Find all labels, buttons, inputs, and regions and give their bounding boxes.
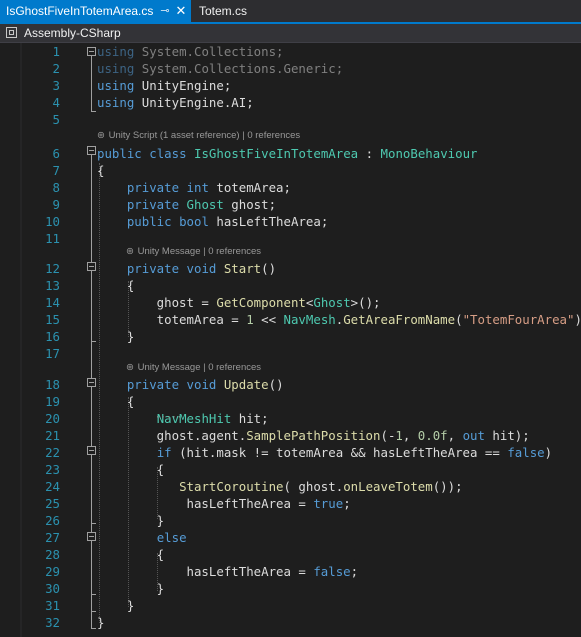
line-number: 28 [45, 547, 60, 562]
selection-margin [20, 43, 22, 637]
code-text: { [97, 462, 165, 477]
collapse-icon[interactable] [87, 262, 96, 271]
line-number: 9 [52, 197, 60, 212]
outline-guide [91, 271, 92, 341]
codelens-text: Unity Message | 0 references [137, 246, 262, 257]
line-number: 22 [45, 445, 60, 460]
line-number: 6 [52, 146, 60, 161]
line-number: 16 [45, 329, 60, 344]
code-text: using UnityEngine; [97, 78, 232, 93]
collapse-icon[interactable] [87, 446, 96, 455]
line-number: 1 [52, 44, 60, 59]
line-number: 23 [45, 462, 60, 477]
line-number: 31 [45, 598, 60, 613]
code-text: { [97, 163, 105, 178]
code-text: StartCoroutine( ghost.onLeaveTotem()); [179, 479, 463, 494]
line-number: 15 [45, 312, 60, 327]
collapse-icon[interactable] [87, 378, 96, 387]
code-text: { [97, 278, 135, 293]
code-text: public class IsGhostFiveInTotemArea : Mo… [97, 146, 478, 161]
line-number: 29 [45, 564, 60, 579]
outline-end [91, 523, 96, 524]
collapse-icon[interactable] [87, 532, 96, 541]
line-number: 19 [45, 394, 60, 409]
codelens-text: Unity Message | 0 references [137, 362, 262, 373]
outline-end [91, 594, 96, 595]
csharp-project-icon [6, 27, 17, 38]
collapse-icon[interactable] [87, 47, 96, 56]
code-text: } [97, 513, 165, 528]
code-text: } [97, 598, 135, 613]
codelens-text: Unity Script (1 asset reference) | 0 ref… [108, 130, 301, 141]
tab-label: Totem.cs [199, 4, 248, 18]
line-number: 2 [52, 61, 60, 76]
suggestion-dots: ····· [155, 413, 183, 423]
outline-guide [91, 455, 92, 523]
code-text: private void Start() [126, 261, 277, 276]
code-text: NavMeshHit hit; [156, 411, 269, 426]
codelens-start[interactable]: ⊛ Unity Message | 0 references [126, 245, 261, 259]
line-number: 14 [45, 295, 60, 310]
tab-totem[interactable]: Totem.cs [193, 0, 253, 22]
code-text: private int totemArea; [126, 180, 291, 195]
line-number: 32 [45, 615, 60, 630]
line-number: 26 [45, 513, 60, 528]
code-text: using System.Collections; [97, 44, 284, 59]
code-text: hasLeftTheArea = false; [97, 564, 359, 579]
line-number: 10 [45, 214, 60, 229]
line-number: 17 [45, 346, 60, 361]
code-text: using System.Collections.Generic; [97, 61, 344, 76]
outline-end [91, 341, 96, 342]
code-text: { [97, 547, 165, 562]
outline-end [91, 611, 96, 612]
code-text: } [97, 581, 165, 596]
code-text: { [97, 394, 135, 409]
code-text: using UnityEngine.AI; [97, 95, 254, 110]
unity-icon: ⊛ [97, 130, 105, 141]
code-text: } [97, 329, 135, 344]
code-text: private void Update() [126, 377, 284, 392]
collapse-icon[interactable] [87, 146, 96, 155]
project-navigation-bar[interactable]: Assembly-CSharp [0, 24, 581, 43]
code-text: totemArea = 1 << NavMesh.GetAreaFromName… [97, 312, 581, 327]
line-number: 4 [52, 95, 60, 110]
code-text: hasLeftTheArea = true; [97, 496, 351, 511]
code-text: } [97, 615, 105, 630]
code-text: if (hit.mask != totemArea && hasLeftTheA… [156, 445, 553, 460]
line-number: 5 [52, 112, 60, 127]
codelens-class[interactable]: ⊛ Unity Script (1 asset reference) | 0 r… [97, 129, 300, 143]
outline-end [91, 111, 96, 112]
code-text: public bool hasLeftTheArea; [126, 214, 329, 229]
outline-guide [91, 56, 92, 111]
codelens-update[interactable]: ⊛ Unity Message | 0 references [126, 361, 261, 375]
code-text: ghost = GetComponent<Ghost>(); [97, 295, 381, 310]
line-number: 20 [45, 411, 60, 426]
line-number: 13 [45, 278, 60, 293]
document-tab-strip: IsGhostFiveInTotemArea.cs ⊸ ✕ Totem.cs [0, 0, 581, 22]
tab-label: IsGhostFiveInTotemArea.cs [6, 4, 154, 18]
code-text: ghost.agent.SamplePathPosition(-1, 0.0f,… [97, 428, 530, 443]
line-number: 11 [45, 231, 60, 246]
pin-icon[interactable]: ⊸ [159, 0, 171, 22]
line-number: 3 [52, 78, 60, 93]
tab-isghostfiveintotemarea[interactable]: IsGhostFiveInTotemArea.cs ⊸ ✕ [0, 0, 191, 22]
line-number: 7 [52, 163, 60, 178]
line-number: 12 [45, 261, 60, 276]
unity-icon: ⊛ [126, 246, 134, 257]
code-text: private Ghost ghost; [126, 197, 277, 212]
line-number: 24 [45, 479, 60, 494]
line-number: 30 [45, 581, 60, 596]
line-number: 21 [45, 428, 60, 443]
line-number: 8 [52, 180, 60, 195]
outline-guide [91, 541, 92, 594]
outline-end [91, 628, 96, 629]
unity-icon: ⊛ [126, 362, 134, 373]
project-dropdown[interactable]: Assembly-CSharp [24, 24, 121, 42]
code-text: else [156, 530, 187, 545]
close-icon[interactable]: ✕ [175, 0, 187, 22]
line-number: 25 [45, 496, 60, 511]
line-number: 27 [45, 530, 60, 545]
line-number: 18 [45, 377, 60, 392]
code-editor[interactable]: ⊛ Unity Script (1 asset reference) | 0 r… [0, 43, 581, 637]
